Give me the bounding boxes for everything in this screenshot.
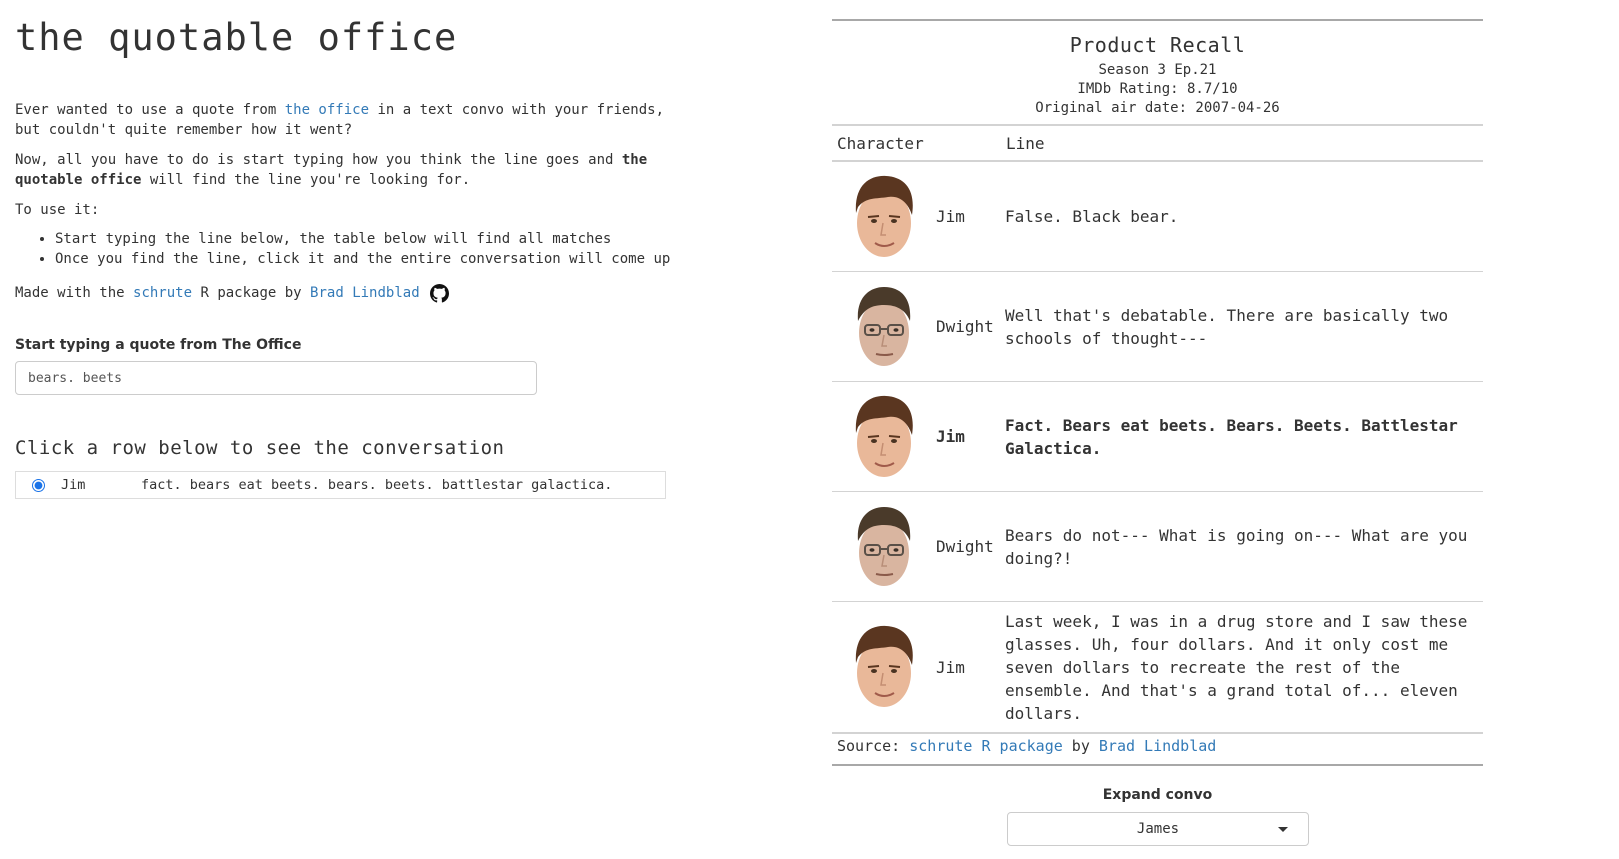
episode-header: Product Recall Season 3 Ep.21 IMDb Ratin…: [832, 29, 1483, 118]
search-label: Start typing a quote from The Office: [15, 337, 302, 353]
intro-paragraph-2: Now, all you have to do is start typing …: [15, 150, 665, 190]
schrute-package-link[interactable]: schrute R package: [909, 737, 1063, 755]
row-line: Well that's debatable. There are basical…: [1005, 305, 1449, 348]
the-office-link[interactable]: the office: [285, 102, 369, 118]
conversation-row-highlighted: Jim Fact. Bears eat beets. Bears. Beets.…: [832, 382, 1483, 492]
intro-text: Ever wanted to use a quote from: [15, 102, 285, 118]
column-headers: Character Line: [832, 126, 1483, 160]
credits-paragraph: Made with the schrute R package by Brad …: [15, 283, 665, 303]
dwight-face-icon: [856, 505, 912, 587]
conversation-row: Jim Last week, I was in a drug store and…: [832, 602, 1483, 734]
dwight-face-icon: [856, 285, 912, 367]
intro-text: will find the line you're looking for.: [141, 172, 471, 188]
intro-paragraph-3: To use it:: [15, 202, 100, 218]
credits-text: R package by: [192, 285, 311, 301]
credits-text: Made with the: [15, 285, 134, 301]
row-character: Jim: [936, 427, 965, 446]
quote-search-input[interactable]: [15, 361, 537, 395]
table-top-rule: [832, 19, 1483, 21]
jim-face-icon: [854, 394, 914, 478]
instruction-item: Once you find the line, click it and the…: [55, 249, 670, 269]
source-text: by: [1062, 737, 1099, 755]
intro-paragraph-1: Ever wanted to use a quote from the offi…: [15, 100, 665, 140]
row-character: Jim: [936, 657, 965, 677]
row-line: Fact. Bears eat beets. Bears. Beets. Bat…: [1005, 415, 1458, 458]
row-character: Dwight: [936, 537, 994, 556]
expand-convo-value: James: [1136, 821, 1180, 837]
app-title: the quotable office: [15, 16, 458, 59]
row-select-radio[interactable]: [32, 478, 45, 492]
episode-air-date: Original air date: 2007-04-26: [1035, 100, 1280, 116]
result-line: fact. bears eat beets. bears. beets. bat…: [141, 477, 613, 493]
results-heading: Click a row below to see the conversatio…: [15, 437, 505, 459]
expand-convo-select[interactable]: James: [1007, 812, 1309, 846]
source-author-link[interactable]: Brad Lindblad: [1099, 737, 1216, 755]
conversation-row: Dwight Well that's debatable. There are …: [832, 272, 1483, 382]
source-note: Source: schrute R package by Brad Lindbl…: [837, 735, 1216, 757]
row-character: Jim: [936, 207, 965, 226]
instruction-item: Start typing the line below, the table b…: [55, 229, 670, 249]
chevron-down-icon: [1278, 827, 1288, 832]
conversation-row: Dwight Bears do not--- What is going on-…: [832, 492, 1483, 602]
row-character: Dwight: [936, 317, 994, 336]
brad-lindblad-link[interactable]: Brad Lindblad: [310, 283, 420, 303]
schrute-link[interactable]: schrute: [133, 283, 192, 303]
episode-title: Product Recall: [1069, 33, 1246, 57]
episode-season: Season 3 Ep.21: [1098, 62, 1217, 78]
result-character: Jim: [61, 477, 86, 493]
instructions-list: Start typing the line below, the table b…: [15, 229, 670, 269]
jim-face-icon: [854, 174, 914, 258]
row-line: Bears do not--- What is going on--- What…: [1005, 525, 1468, 568]
jim-face-icon: [854, 624, 914, 708]
github-icon[interactable]: [429, 283, 449, 303]
column-header-character: Character: [837, 133, 924, 153]
source-text: Source:: [837, 737, 910, 755]
conversation-row: Jim False. Black bear.: [832, 162, 1483, 272]
row-line: False. Black bear.: [1005, 207, 1179, 226]
column-header-line: Line: [1006, 133, 1045, 153]
table-bottom-rule: [832, 764, 1483, 766]
results-row[interactable]: Jim fact. bears eat beets. bears. beets.…: [15, 471, 666, 499]
row-line: Last week, I was in a drug store and I s…: [1005, 611, 1468, 723]
expand-convo-label: Expand convo: [1102, 787, 1213, 803]
intro-text: Now, all you have to do is start typing …: [15, 152, 622, 168]
episode-rating: IMDb Rating: 8.7/10: [1077, 81, 1238, 97]
